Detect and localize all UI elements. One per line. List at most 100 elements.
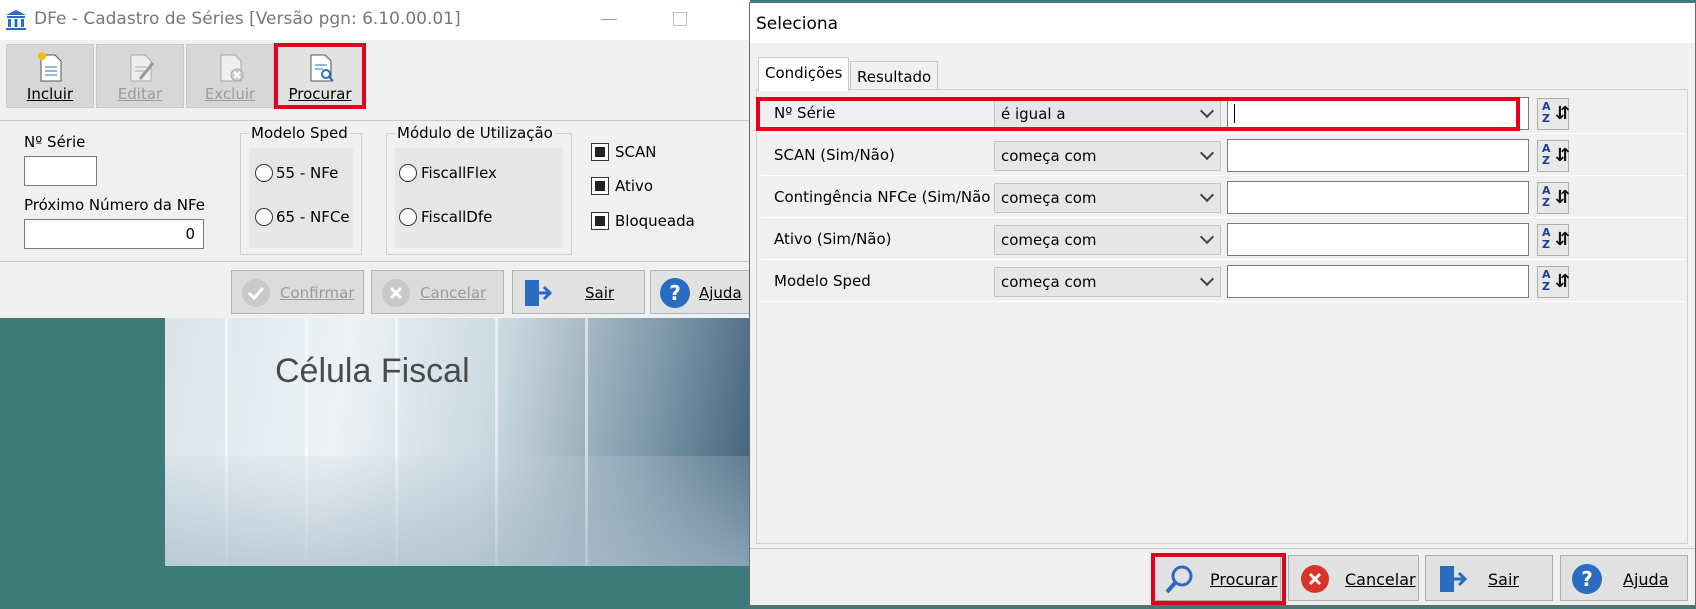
criteria-row: Nº Série é igual a A Z ⇵ <box>761 94 1685 134</box>
operator-select[interactable]: é igual a <box>994 99 1221 129</box>
toolbar: Incluir Editar Excluir Procurar <box>0 40 750 112</box>
tab-condicoes[interactable]: Condições <box>758 57 850 91</box>
bank-icon <box>6 10 26 30</box>
svg-text:?: ? <box>1581 567 1593 591</box>
operator-select[interactable]: começa com <box>994 141 1221 171</box>
radio-65-label: 65 - NFCe <box>276 208 350 226</box>
tab-resultado[interactable]: Resultado <box>850 61 939 90</box>
main-window: DFe - Cadastro de Séries [Versão pgn: 6.… <box>0 0 760 318</box>
criteria-row: Ativo (Sim/Não) começa com A Z ⇵ <box>761 220 1685 260</box>
ajuda-button-dialog[interactable]: ? Ajuda <box>1560 555 1688 601</box>
confirmar-label: Confirmar <box>280 284 355 302</box>
criteria-value-input[interactable] <box>1227 181 1529 214</box>
maximize-icon[interactable] <box>673 12 687 26</box>
ativo-checkbox[interactable] <box>591 177 609 195</box>
sort-arrows-icon: ⇵ <box>1555 145 1571 166</box>
chevron-down-icon <box>1199 145 1215 161</box>
minimize-icon[interactable] <box>601 19 617 20</box>
chevron-down-icon <box>1199 103 1215 119</box>
check-icon <box>242 279 270 307</box>
operator-value: começa com <box>1001 273 1097 291</box>
radio-55-nfe[interactable] <box>255 164 273 182</box>
edit-document-icon <box>130 54 155 82</box>
cancel-icon <box>1301 565 1329 593</box>
operator-select[interactable]: começa com <box>994 183 1221 213</box>
ajuda-button-main[interactable]: ? Ajuda <box>650 270 760 314</box>
scan-label: SCAN <box>615 143 657 161</box>
criteria-field-label: Modelo Sped <box>774 272 871 290</box>
background-image: Célula Fiscal <box>165 318 750 566</box>
radio-fiscalldfe[interactable] <box>399 208 417 226</box>
chevron-down-icon <box>1199 187 1215 203</box>
dialog-footer: Procurar Cancelar Sair ? Ajuda <box>750 548 1695 605</box>
sort-arrows-icon: ⇵ <box>1555 187 1571 208</box>
criteria-row: Modelo Sped começa com A Z ⇵ <box>761 262 1685 302</box>
serie-label: Nº Série <box>24 133 86 151</box>
confirmar-button[interactable]: Confirmar <box>231 270 364 314</box>
search-icon <box>1165 565 1193 594</box>
conditions-panel: Nº Série é igual a A Z ⇵ SCAN (Sim/Não) começa… <box>756 89 1688 544</box>
selection-dialog: Seleciona Condições Resultado Nº Série é … <box>749 2 1696 606</box>
dialog-titlebar: Seleciona <box>750 3 1695 43</box>
radio-fiscalldfe-label: FiscallDfe <box>421 208 493 226</box>
text-caret <box>1234 104 1235 123</box>
radio-65-nfce[interactable] <box>255 208 273 226</box>
sort-az-icon: AZ <box>1542 184 1551 209</box>
serie-input[interactable] <box>24 156 97 186</box>
cancelar-label-dialog: Cancelar <box>1345 570 1416 589</box>
criteria-field-label: SCAN (Sim/Não) <box>774 146 895 164</box>
procurar-button[interactable]: Procurar <box>276 44 364 108</box>
modulo-group: Módulo de Utilização FiscallFlex Fiscall… <box>386 124 572 255</box>
operator-select[interactable]: começa com <box>994 225 1221 255</box>
sort-az-button[interactable]: A Z ⇵ <box>1537 266 1571 298</box>
sort-az-button[interactable]: A Z ⇵ <box>1537 182 1571 214</box>
sort-az-button[interactable]: A Z ⇵ <box>1537 98 1571 130</box>
sort-arrows-icon: ⇵ <box>1555 103 1571 124</box>
cancelar-label-main: Cancelar <box>420 284 487 302</box>
sair-button-dialog[interactable]: Sair <box>1425 555 1553 601</box>
editar-button[interactable]: Editar <box>96 44 184 108</box>
radio-fiscallflex-label: FiscallFlex <box>421 164 497 182</box>
operator-select[interactable]: começa com <box>994 267 1221 297</box>
delete-document-icon <box>220 54 244 82</box>
excluir-button[interactable]: Excluir <box>186 44 274 108</box>
criteria-row: Contingência NFCe (Sim/Não) começa com A Z ⇵ <box>761 178 1685 218</box>
sort-arrows-icon: ⇵ <box>1555 271 1571 292</box>
exit-icon <box>525 280 553 306</box>
sort-az-button[interactable]: A Z ⇵ <box>1537 140 1571 172</box>
sort-az-icon: AZ <box>1542 226 1551 251</box>
editar-label: Editar <box>117 85 163 103</box>
cancelar-button-dialog[interactable]: Cancelar <box>1288 555 1419 601</box>
modelo-sped-title: Modelo Sped <box>249 124 350 142</box>
scan-checkbox[interactable] <box>591 143 609 161</box>
criteria-value-input[interactable] <box>1227 97 1529 130</box>
criteria-field-label: Contingência NFCe (Sim/Não) <box>774 188 992 206</box>
cancelar-button-main[interactable]: Cancelar <box>371 270 504 314</box>
proximo-label: Próximo Número da NFe <box>24 196 206 214</box>
criteria-value-input[interactable] <box>1227 265 1529 298</box>
chevron-down-icon <box>1199 271 1215 287</box>
excluir-label: Excluir <box>204 85 256 103</box>
svg-text:?: ? <box>669 281 681 305</box>
procurar-label: Procurar <box>288 85 352 103</box>
bloqueada-checkbox[interactable] <box>591 212 609 230</box>
radio-55-label: 55 - NFe <box>276 164 339 182</box>
procurar-label-dialog: Procurar <box>1210 570 1278 589</box>
new-document-icon <box>38 52 62 82</box>
chevron-down-icon <box>1199 229 1215 245</box>
window-title: DFe - Cadastro de Séries [Versão pgn: 6.… <box>34 9 461 29</box>
ajuda-label-main: Ajuda <box>699 284 742 302</box>
incluir-button[interactable]: Incluir <box>6 44 94 108</box>
form-area: Nº Série Próximo Número da NFe 0 Modelo … <box>0 120 750 262</box>
sort-az-button[interactable]: A Z ⇵ <box>1537 224 1570 256</box>
background-title: Célula Fiscal <box>275 352 470 390</box>
proximo-input[interactable]: 0 <box>24 219 204 249</box>
operator-value: começa com <box>1001 147 1097 165</box>
criteria-value-input[interactable] <box>1227 223 1529 256</box>
sair-button-main[interactable]: Sair <box>512 270 645 314</box>
procurar-button-dialog[interactable]: Procurar <box>1153 555 1281 601</box>
proximo-value: 0 <box>185 225 195 243</box>
radio-fiscallflex[interactable] <box>399 164 417 182</box>
criteria-value-input[interactable] <box>1227 139 1529 172</box>
main-titlebar: DFe - Cadastro de Séries [Versão pgn: 6.… <box>0 0 750 40</box>
